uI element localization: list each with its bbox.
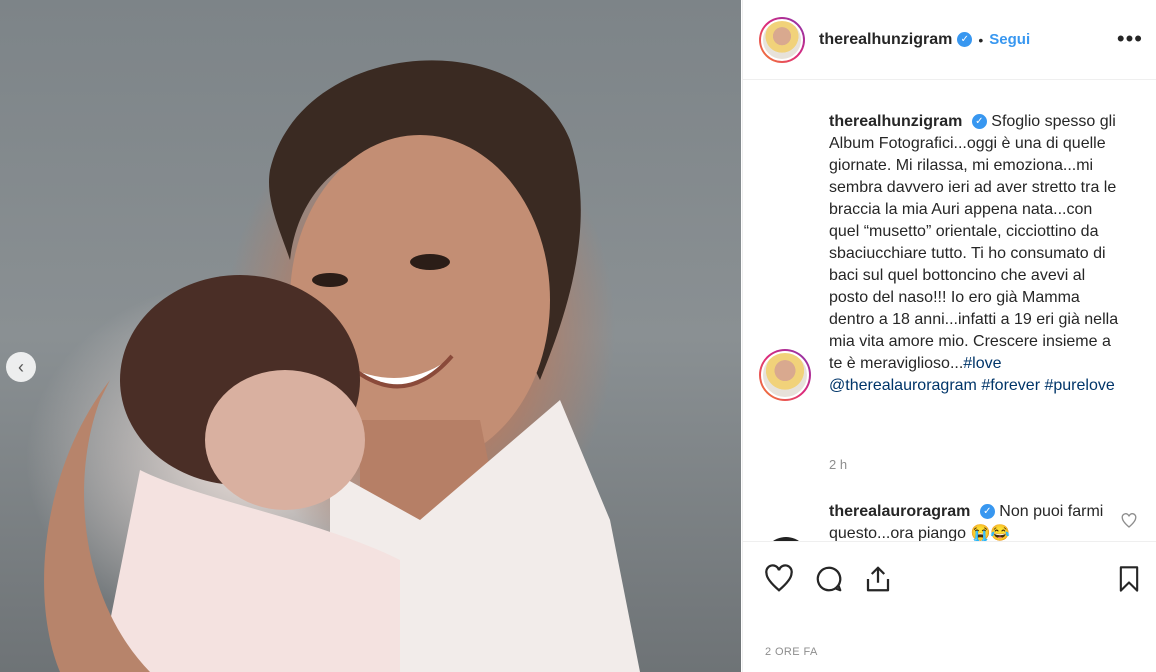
- commenter-username[interactable]: therealauroragram: [829, 503, 970, 520]
- hashtag-purelove[interactable]: #purelove: [1044, 377, 1114, 394]
- post-timestamp[interactable]: 2 ORE FA: [765, 646, 818, 658]
- post-side-panel: therealhunzigram ✓ • Segui ••• therealhu…: [742, 0, 1156, 672]
- follow-button[interactable]: Segui: [989, 31, 1030, 48]
- heart-icon[interactable]: [763, 564, 795, 594]
- save-bookmark-icon[interactable]: [1115, 564, 1143, 594]
- comment-item: therealauroragram ✓ Non puoi farmi quest…: [829, 501, 1119, 541]
- post-caption: therealhunzigram ✓ Sfoglio spesso gli Al…: [829, 111, 1119, 397]
- post-header: therealhunzigram ✓ • Segui •••: [743, 0, 1156, 80]
- author-username[interactable]: therealhunzigram: [819, 31, 952, 49]
- hashtag-love[interactable]: #love: [963, 355, 1001, 372]
- caption-time: 2 h: [829, 457, 848, 472]
- hashtag-forever[interactable]: #forever: [981, 377, 1040, 394]
- post-photo: ‹: [0, 0, 741, 672]
- caption-text: Sfoglio spesso gli Album Fotografici...o…: [829, 113, 1119, 372]
- author-avatar[interactable]: [759, 16, 805, 63]
- verified-badge-icon: ✓: [957, 32, 973, 47]
- separator-dot: •: [978, 31, 984, 48]
- caption-author-avatar[interactable]: [759, 349, 811, 401]
- share-icon[interactable]: [863, 564, 893, 594]
- previous-photo-button[interactable]: ‹: [6, 352, 36, 382]
- mention-link[interactable]: @therealauroragram: [829, 377, 977, 394]
- comment-icon[interactable]: [813, 564, 845, 594]
- chevron-left-icon: ‹: [18, 356, 24, 377]
- photo-illustration: [44, 60, 640, 672]
- verified-badge-icon: ✓: [979, 504, 995, 520]
- verified-badge-icon: ✓: [971, 114, 987, 130]
- like-comment-heart-icon[interactable]: [1121, 513, 1137, 529]
- caption-username[interactable]: therealhunzigram: [829, 113, 962, 130]
- action-bar: [743, 541, 1156, 622]
- more-options-icon[interactable]: •••: [1117, 26, 1143, 52]
- comments-section[interactable]: therealhunzigram ✓ Sfoglio spesso gli Al…: [743, 81, 1156, 541]
